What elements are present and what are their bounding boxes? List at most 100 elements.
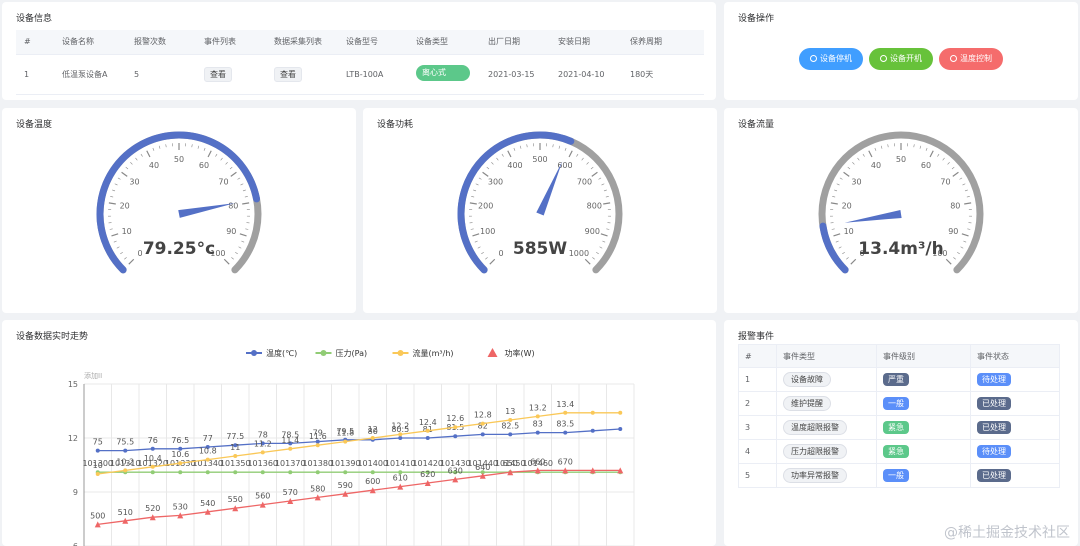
- gauge-tick: [961, 233, 969, 237]
- event-type-tag: 维护提醒: [783, 396, 831, 411]
- data-label: 78: [258, 430, 268, 439]
- gauge-tick: [868, 150, 873, 158]
- view-data-button[interactable]: 查看: [274, 66, 302, 82]
- gauge-tick: [130, 162, 133, 165]
- gauge-tick: [191, 144, 193, 148]
- data-label: 10.2: [116, 457, 134, 466]
- gauge-tick: [963, 240, 967, 243]
- cell-index: 4: [738, 439, 777, 464]
- legend-item[interactable]: 压力(Pa): [315, 348, 368, 358]
- gauge-tick: [913, 144, 915, 148]
- view-events-button[interactable]: 查看: [204, 66, 232, 82]
- cell-event-status: 已处理: [970, 391, 1060, 416]
- cell-event-level: 一般: [876, 391, 971, 416]
- gauge-tick: [558, 145, 561, 149]
- temperature-control-button[interactable]: 温度控制: [939, 48, 1003, 70]
- gauge-tick: [116, 246, 120, 249]
- data-point: [205, 470, 210, 475]
- event-type-tag: 压力超限报警: [783, 444, 847, 459]
- data-point: [123, 448, 128, 453]
- legend-label: 压力(Pa): [336, 348, 368, 358]
- data-label: 580: [310, 484, 325, 493]
- gauge-tick: [564, 147, 567, 151]
- gauge-tick: [481, 251, 484, 255]
- event-status-badge[interactable]: 待处理: [977, 373, 1011, 386]
- gauge-tick: [471, 196, 475, 198]
- event-status-badge[interactable]: 已处理: [977, 397, 1011, 410]
- data-point: [370, 470, 375, 475]
- cell-index: 3: [738, 415, 777, 440]
- flow-gauge: 010203040506070809010013.4m³/h: [818, 131, 984, 274]
- cell-index: 1: [738, 367, 777, 392]
- cell-event-type: 设备故障: [776, 367, 877, 392]
- y-tick-label: 6: [73, 542, 78, 546]
- gauge-tick: [598, 177, 602, 180]
- data-label: 530: [173, 502, 188, 511]
- gauge-tick: [857, 157, 860, 161]
- col-alarm-count: 报警次数: [126, 30, 196, 55]
- legend-item[interactable]: 温度(℃): [246, 348, 297, 358]
- gauge-tick: [513, 147, 516, 151]
- temperature-control-label: 温度控制: [960, 54, 992, 63]
- gauge-tick: [235, 251, 238, 255]
- gauge-tick-label: 20: [842, 201, 852, 210]
- gauge-tick: [475, 183, 479, 186]
- stop-device-label: 设备停机: [820, 54, 852, 63]
- cell-type: 离心式: [408, 54, 480, 95]
- gauge-tick: [128, 258, 135, 265]
- data-label: 75.5: [116, 438, 134, 447]
- gauge-needle: [844, 210, 902, 223]
- legend-label: 功率(W): [505, 348, 535, 358]
- legend-item[interactable]: 功率(W): [487, 348, 535, 358]
- legend-marker: [487, 348, 498, 357]
- event-status-badge[interactable]: 待处理: [977, 445, 1011, 458]
- gauge-tick: [478, 177, 482, 180]
- event-status-badge[interactable]: 已处理: [977, 421, 1011, 434]
- gauge-tick: [605, 196, 609, 198]
- data-label: 77: [203, 434, 213, 443]
- event-level-badge: 紧急: [883, 445, 909, 458]
- gauge-tick: [470, 228, 474, 230]
- data-point: [618, 410, 623, 415]
- data-label: 101370: [275, 459, 306, 468]
- gauge-value: 585W: [513, 239, 567, 259]
- col-event-status: 事件状态: [970, 344, 1060, 368]
- cell-factory-date: 2021-03-15: [480, 54, 550, 95]
- data-label: 13.2: [529, 403, 547, 412]
- gauge-tick: [591, 171, 598, 177]
- gauge-tick-label: 60: [199, 161, 209, 170]
- data-point: [425, 428, 430, 433]
- data-point: [123, 468, 128, 473]
- watermark: @稀土掘金技术社区: [944, 525, 1070, 541]
- gauge-tick: [117, 177, 121, 180]
- device-info-header-row: # 设备名称 报警次数 事件列表 数据采集列表 设备型号 设备类型 出厂日期 安…: [16, 30, 704, 55]
- cell-name: 低温泵设备A: [54, 54, 126, 95]
- power-gauge-card: 设备功耗 0 100 200 300 400 500 600 700 800 900 1000 585…: [363, 108, 717, 313]
- data-point: [178, 461, 183, 466]
- gauge-tick-label: 100: [480, 227, 495, 236]
- gauge-tick: [113, 240, 117, 243]
- data-label: 75: [93, 438, 103, 447]
- gauge-tick-label: 700: [577, 178, 592, 187]
- event-level-badge: 一般: [883, 397, 909, 410]
- data-label: 620: [420, 470, 435, 479]
- gauge-tick: [937, 153, 940, 157]
- gauge-tick: [225, 162, 228, 165]
- gauge-tick: [568, 150, 573, 158]
- stop-device-button[interactable]: 设备停机: [799, 48, 863, 70]
- gauge-tick: [850, 258, 857, 265]
- device-ops-card: 设备操作 设备停机 设备开机 温度控制: [724, 2, 1078, 100]
- data-label: 670: [558, 457, 573, 466]
- legend-item[interactable]: 流量(m³/h): [392, 348, 454, 358]
- data-point: [618, 427, 623, 431]
- data-point: [150, 464, 155, 469]
- table-row: 5 功率异常报警 一般 已处理: [738, 463, 1060, 488]
- event-status-badge[interactable]: 已处理: [977, 469, 1011, 482]
- data-label: 11.4: [281, 436, 299, 445]
- gauge-tick: [835, 240, 839, 243]
- start-device-button[interactable]: 设备开机: [869, 48, 933, 70]
- cell-alarm-count: 5: [126, 54, 196, 95]
- data-point: [563, 410, 568, 415]
- power-gauge: 01002003004005006007008009001000585W: [457, 131, 623, 274]
- data-label: 640: [475, 463, 490, 472]
